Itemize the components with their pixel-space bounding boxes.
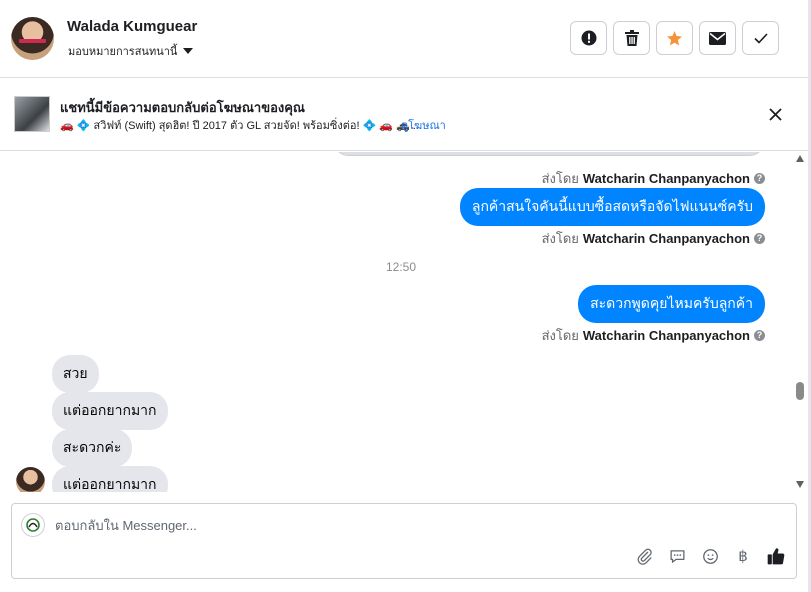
reply-input[interactable]: [55, 518, 555, 533]
sent-by-label: ส่งโดย Watcharin Chanpanyachon ?: [542, 228, 765, 249]
banner-subtitle: 🚗 💠 สวิฟท์ (Swift) สุดฮิต! ปี 2017 ตัว G…: [60, 120, 422, 132]
trash-icon: [624, 30, 639, 46]
assign-conversation-dropdown[interactable]: มอบหมายการสนทนานี้: [68, 42, 194, 60]
help-icon[interactable]: ?: [754, 233, 765, 244]
mark-unread-button[interactable]: [699, 21, 736, 55]
star-button[interactable]: [656, 21, 693, 55]
incoming-message[interactable]: สะดวกค่ะ: [52, 429, 133, 467]
contact-avatar-small[interactable]: [16, 467, 45, 492]
incoming-message[interactable]: แต่ออกยากมาก: [52, 392, 168, 430]
view-ad-link[interactable]: ดูโฆษณา: [401, 116, 446, 134]
checkmark-icon: [753, 32, 768, 44]
paperclip-icon: [637, 548, 652, 565]
caret-down-icon: [183, 48, 194, 54]
message-timestamp: 12:50: [386, 260, 417, 274]
sent-by-prefix: ส่งโดย: [541, 231, 579, 246]
incoming-message[interactable]: สวย: [52, 355, 99, 393]
composer-tools: ฿: [634, 546, 786, 566]
page-logo-icon: [21, 513, 45, 537]
sent-by-prefix: ส่งโดย: [541, 328, 579, 343]
scroll-up-arrow-icon[interactable]: [796, 155, 804, 162]
delete-button[interactable]: [613, 21, 650, 55]
baht-icon: ฿: [738, 548, 748, 565]
sender-name: Watcharin Chanpanyachon: [582, 328, 750, 343]
close-banner-button[interactable]: [764, 103, 786, 125]
sent-by-label: ส่งโดย Watcharin Chanpanyachon ?: [542, 325, 765, 346]
ad-thumbnail[interactable]: [14, 96, 50, 132]
outgoing-message[interactable]: สะดวกพูดคุยไหมครับลูกค้า: [578, 285, 765, 323]
sent-by-prefix: ส่งโดย: [541, 171, 579, 186]
header-actions: [570, 21, 779, 55]
sender-name: Watcharin Chanpanyachon: [582, 171, 750, 186]
previous-image-message[interactable]: [334, 152, 764, 156]
outgoing-message[interactable]: ลูกค้าสนใจคันนี้แบบซื้อสดหรือจัดไฟแนนซ์ค…: [459, 188, 765, 226]
contact-name[interactable]: Walada Kumguear: [67, 18, 197, 35]
contact-avatar[interactable]: [11, 17, 54, 60]
payment-button[interactable]: ฿: [733, 546, 753, 566]
conversation-header: Walada Kumguear มอบหมายการสนทนานี้: [0, 0, 808, 78]
scroll-down-arrow-icon[interactable]: [796, 481, 804, 488]
star-icon: [667, 30, 682, 45]
ad-reply-banner: แชทนี้มีข้อความตอบกลับต่อโฆษณาของคุณ 🚗 💠…: [0, 79, 808, 151]
chat-bubble-icon: [669, 549, 685, 563]
exclamation-icon: [581, 30, 596, 46]
incoming-message[interactable]: แต่ออกยากมาก: [52, 466, 168, 492]
done-button[interactable]: [742, 21, 779, 55]
banner-title: แชทนี้มีข้อความตอบกลับต่อโฆษณาของคุณ: [60, 100, 305, 115]
envelope-icon: [709, 31, 726, 45]
thumbs-up-icon: [767, 548, 785, 565]
help-icon[interactable]: ?: [754, 330, 765, 341]
scrollbar-thumb[interactable]: [796, 382, 804, 400]
reply-composer: ฿: [11, 503, 797, 579]
sender-name: Watcharin Chanpanyachon: [582, 231, 750, 246]
message-thread[interactable]: ส่งโดย Watcharin Chanpanyachon ? ลูกค้าส…: [0, 152, 808, 492]
help-icon[interactable]: ?: [754, 173, 765, 184]
assign-label: มอบหมายการสนทนานี้: [68, 46, 178, 58]
conversation-panel: Walada Kumguear มอบหมายการสนทนานี้ แชทนี…: [0, 0, 811, 592]
report-button[interactable]: [570, 21, 607, 55]
emoji-button[interactable]: [700, 546, 720, 566]
saved-replies-button[interactable]: [667, 546, 687, 566]
smiley-icon: [702, 548, 718, 564]
close-icon: [768, 107, 782, 121]
like-button[interactable]: [766, 546, 786, 566]
attach-button[interactable]: [634, 546, 654, 566]
sent-by-label: ส่งโดย Watcharin Chanpanyachon ?: [542, 168, 765, 189]
